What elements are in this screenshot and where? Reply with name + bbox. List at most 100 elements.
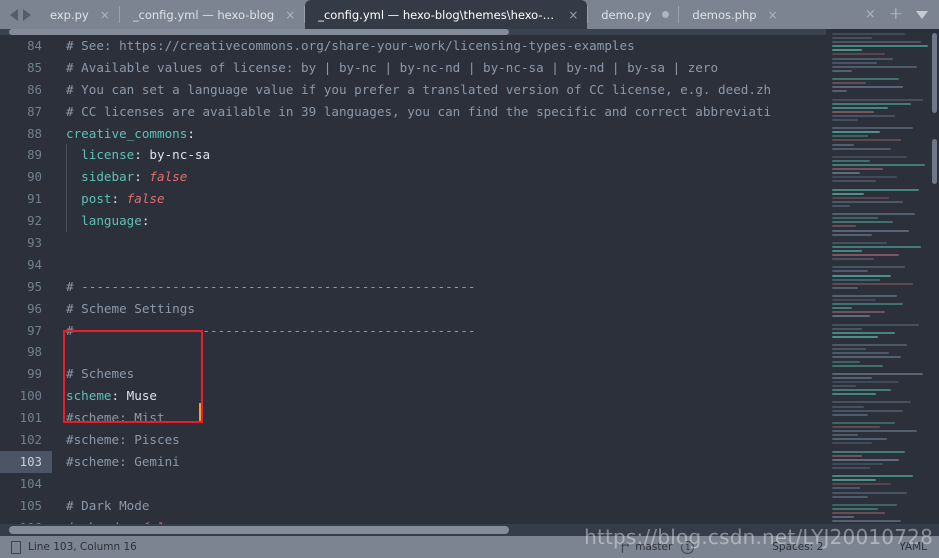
code-line[interactable]: 103 #scheme: Gemini	[0, 450, 826, 473]
line-content[interactable]: post: false	[52, 188, 826, 211]
minimap-line	[832, 155, 907, 158]
next-tab-arrow-icon[interactable]	[23, 8, 31, 21]
tab-close-icon[interactable]: ×	[100, 9, 110, 21]
code-line[interactable]: 90 sidebar: false	[0, 166, 826, 189]
line-content[interactable]: darkmode: false	[52, 517, 826, 524]
minimap-scrollbar[interactable]	[932, 29, 938, 524]
line-content[interactable]: #scheme: Gemini	[52, 451, 826, 473]
line-content[interactable]: #scheme: Pisces	[52, 429, 826, 451]
code-line[interactable]: 93	[0, 232, 826, 254]
horizontal-scrollbar-top[interactable]	[0, 29, 826, 35]
language-mode[interactable]: YAML	[899, 541, 927, 553]
code-pane[interactable]: 84 # See: https://creativecommons.org/sha…	[0, 29, 826, 524]
line-content[interactable]	[52, 232, 826, 254]
tab-demos.php[interactable]: demos.php ×	[679, 0, 786, 29]
code-line[interactable]: 85 # Available values of license: by | by…	[0, 57, 826, 79]
tab-demo.py[interactable]: demo.py	[588, 0, 678, 29]
minimap-line	[832, 127, 913, 130]
code-line[interactable]: 104	[0, 473, 826, 495]
minimap-line	[832, 225, 857, 228]
line-content[interactable]: sidebar: false	[52, 166, 826, 189]
tab-close-icon[interactable]: ×	[568, 9, 578, 21]
previous-tab-arrow-icon[interactable]	[10, 8, 18, 21]
code-line[interactable]: 106darkmode: false	[0, 517, 826, 524]
line-number: 96	[27, 300, 42, 316]
horizontal-scrollbar-thumb[interactable]	[9, 526, 509, 534]
code-line[interactable]: 96 # Scheme Settings	[0, 298, 826, 320]
code-line[interactable]: 102 #scheme: Pisces	[0, 429, 826, 451]
line-content[interactable]: # Available values of license: by | by-n…	[52, 57, 826, 79]
minimap-thumb[interactable]	[932, 139, 937, 184]
minimap-line	[832, 466, 871, 469]
code-line[interactable]: 86 # You can set a language value if you …	[0, 79, 826, 101]
code-lines[interactable]: 84 # See: https://creativecommons.org/sha…	[0, 35, 826, 524]
code-line[interactable]: 95 # ------------------------------------…	[0, 276, 826, 298]
tab-bar-actions: × +	[857, 0, 939, 29]
code-line[interactable]: 97 # ------------------------------------…	[0, 320, 826, 342]
minimap-line	[832, 331, 895, 334]
code-line[interactable]: 99 # Schemes	[0, 363, 826, 385]
code-line[interactable]: 101 #scheme: Mist	[0, 407, 826, 429]
tab-_config.yml[interactable]: _config.yml — hexo-blog ×	[120, 0, 304, 29]
line-number: 89	[27, 147, 42, 163]
line-content[interactable]	[52, 254, 826, 276]
line-content[interactable]: # Scheme Settings	[52, 298, 826, 320]
token-key: creative_commons	[66, 125, 188, 141]
code-line[interactable]: 94	[0, 254, 826, 276]
minimap-thumb-top[interactable]	[932, 33, 937, 113]
cursor-position[interactable]: Line 103, Column 16	[28, 541, 137, 553]
tab-close-icon[interactable]: ×	[285, 9, 295, 21]
line-content[interactable]: license: by-nc-sa	[52, 144, 826, 167]
minimap-line	[832, 249, 863, 252]
line-content[interactable]	[52, 341, 826, 363]
tab-label: demos.php	[692, 7, 757, 22]
tab-exp.py[interactable]: exp.py ×	[37, 0, 119, 29]
line-content[interactable]: # Schemes	[52, 363, 826, 385]
line-content[interactable]: language:	[52, 210, 826, 233]
minimap-line	[832, 147, 891, 150]
code-line[interactable]: 88 creative_commons:	[0, 123, 826, 145]
line-content[interactable]: creative_commons:	[52, 123, 826, 145]
code-line[interactable]: 87 # CC licenses are available in 39 lang…	[0, 101, 826, 123]
minimap-line	[832, 196, 889, 199]
line-content[interactable]: #scheme: Mist	[52, 407, 826, 429]
code-line[interactable]: 84 # See: https://creativecommons.org/sha…	[0, 35, 826, 57]
git-branch-status[interactable]: master 1	[621, 540, 695, 554]
code-line[interactable]: 105 # Dark Mode	[0, 495, 826, 517]
code-line[interactable]: 100 scheme: Muse	[0, 385, 826, 407]
new-tab-icon[interactable]: +	[889, 6, 903, 23]
code-line[interactable]: 91 post: false	[0, 188, 826, 211]
tab-_config.yml[interactable]: _config.yml — hexo-blog\themes\hexo-them…	[305, 0, 588, 29]
line-content[interactable]: # CC licenses are available in 39 langua…	[52, 101, 826, 123]
line-content[interactable]: scheme: Muse	[52, 385, 826, 407]
horizontal-scrollbar[interactable]	[0, 524, 939, 536]
code-line[interactable]: 89 license: by-nc-sa	[0, 144, 826, 167]
line-content[interactable]: # --------------------------------------…	[52, 276, 826, 298]
line-content[interactable]: # --------------------------------------…	[52, 320, 826, 342]
line-number: 97	[27, 322, 42, 338]
tab-nav-arrows	[0, 0, 37, 29]
line-content[interactable]	[52, 473, 826, 495]
line-content[interactable]: # You can set a language value if you pr…	[52, 79, 826, 101]
minimap-line	[832, 131, 881, 134]
minimap-line	[832, 229, 909, 232]
minimap-line	[832, 503, 897, 506]
token-bool: false	[126, 191, 165, 207]
indentation-setting[interactable]: Spaces: 2	[772, 541, 823, 553]
branch-name: master	[635, 541, 673, 553]
minimap-line	[832, 102, 911, 105]
tab-label: _config.yml — hexo-blog	[132, 7, 275, 22]
indent-guide	[66, 144, 67, 167]
code-line[interactable]: 98	[0, 341, 826, 363]
minimap[interactable]	[826, 29, 939, 524]
line-content[interactable]: # Dark Mode	[52, 495, 826, 517]
indent-guide	[66, 210, 67, 233]
tab-close-icon[interactable]: ×	[768, 9, 778, 21]
minimap-line	[832, 176, 897, 179]
minimap-line	[832, 348, 867, 351]
close-tab-icon[interactable]: ×	[865, 7, 876, 22]
chevron-down-icon[interactable]	[916, 10, 928, 19]
code-line[interactable]: 92 language:	[0, 210, 826, 233]
line-content[interactable]: # See: https://creativecommons.org/share…	[52, 35, 826, 57]
scrollbar-thumb[interactable]	[9, 29, 509, 35]
